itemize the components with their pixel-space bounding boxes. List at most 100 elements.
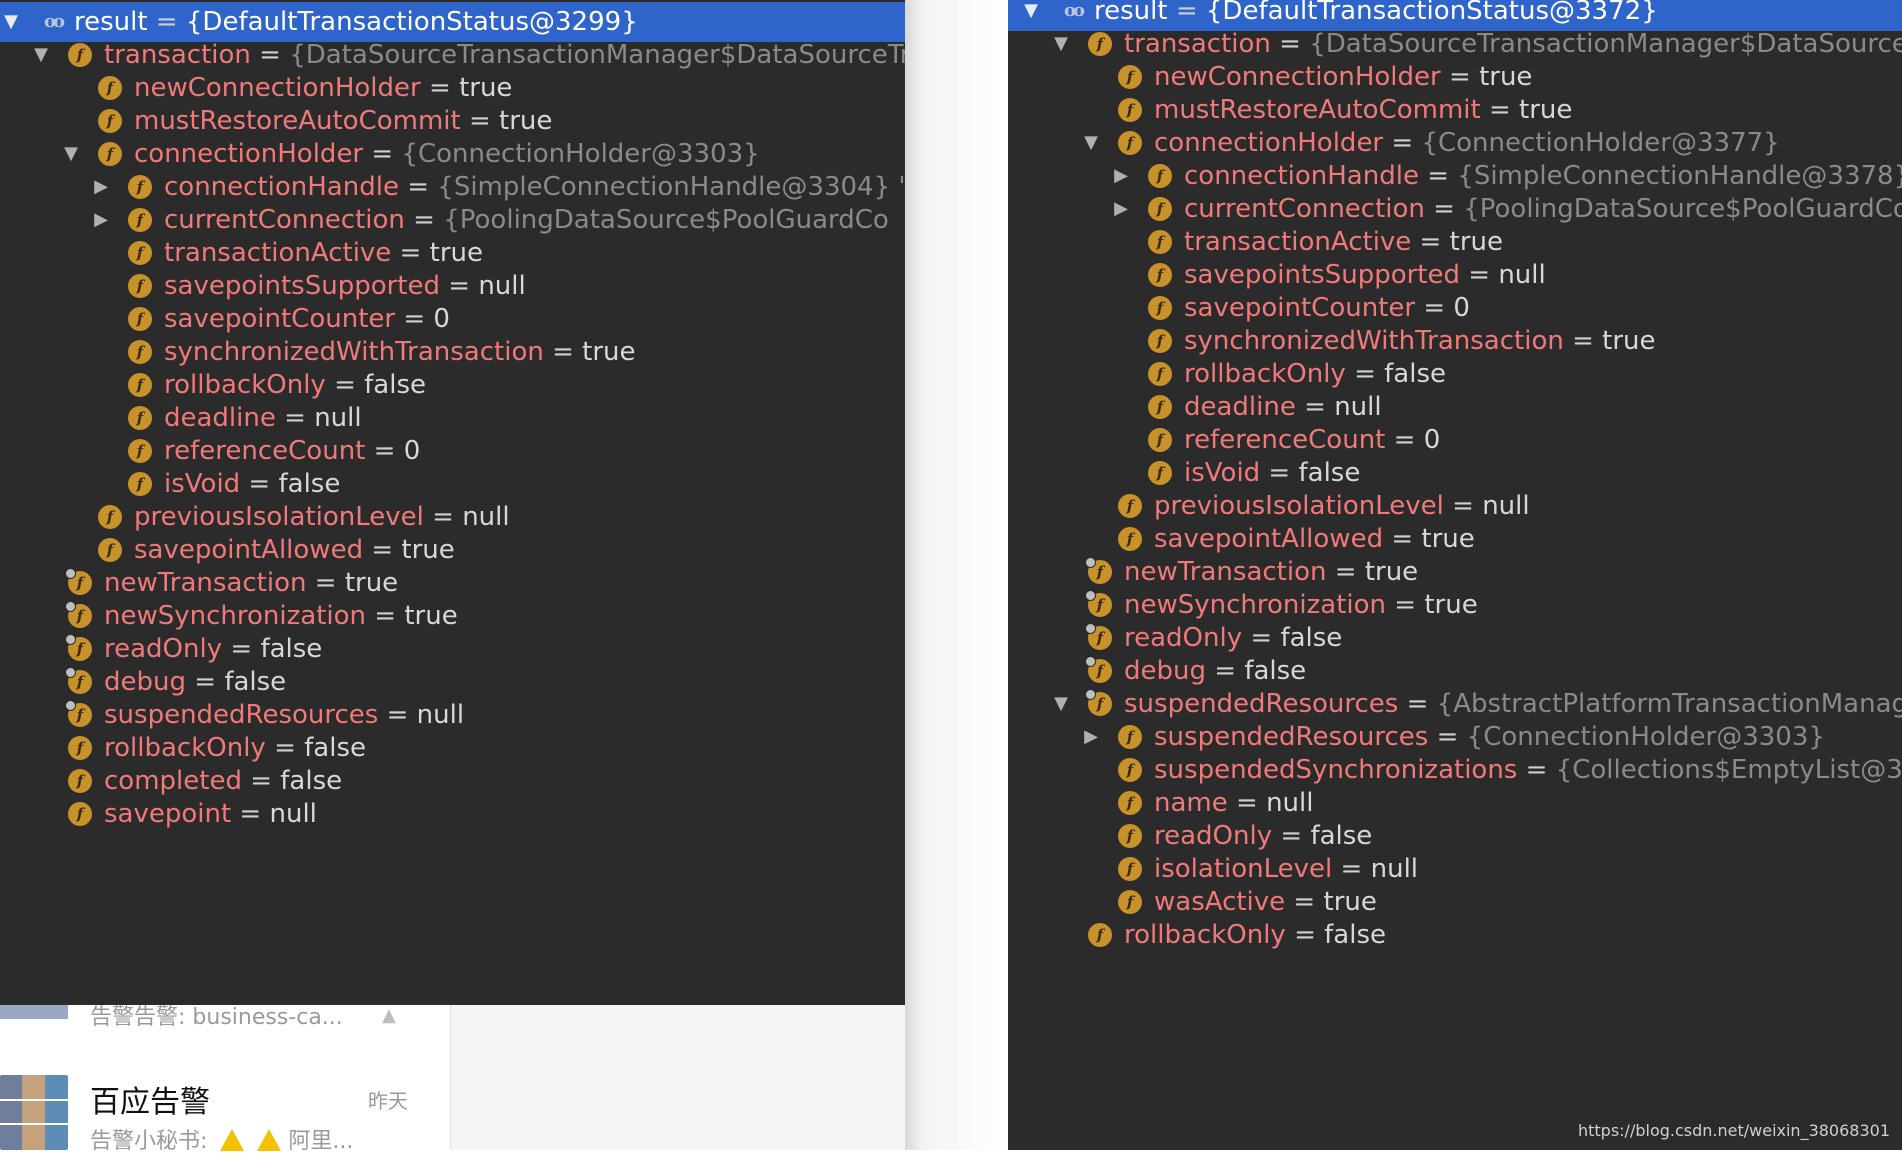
variable-value: false [364, 370, 427, 400]
field-icon: f [65, 667, 92, 694]
watch-icon: oo [1063, 0, 1085, 21]
variable-value: {SimpleConnectionHandle@3304} " [437, 172, 905, 202]
equals-sign: = [460, 106, 500, 136]
variable-value: false [278, 469, 341, 499]
field-icon: f [65, 601, 92, 628]
variable-value: false [1324, 920, 1387, 950]
warning-icon [220, 1129, 245, 1151]
variable-value: true [1602, 326, 1656, 356]
variable-name: result [1094, 0, 1168, 26]
variable-name: rollbackOnly [104, 733, 266, 763]
equals-sign: = [363, 139, 402, 169]
variable-name: savepointsSupported [164, 271, 440, 301]
variable-value: null [478, 271, 526, 301]
variable-name: mustRestoreAutoCommit [1154, 95, 1481, 125]
field-icon: f [65, 700, 92, 727]
variable-name: transaction [1124, 29, 1271, 59]
variable-value: null [462, 502, 510, 532]
field-icon: f [1088, 32, 1112, 56]
variable-value: null [314, 403, 362, 433]
variable-value: {ConnectionHolder@3377} [1421, 128, 1780, 158]
equals-sign: = [1295, 392, 1335, 422]
variable-value: false [1310, 821, 1373, 851]
variable-name: savepointAllowed [134, 535, 364, 565]
equals-sign: = [1260, 458, 1299, 488]
equals-sign: = [222, 634, 261, 664]
variable-name: savepoint [104, 799, 232, 829]
variable-name: connectionHandle [1184, 161, 1419, 191]
variable-value: true [1323, 887, 1377, 917]
variable-value: true [401, 535, 455, 565]
variable-name: name [1154, 788, 1228, 818]
variable-value: {DataSourceTransactionManager$DataSource… [1309, 29, 1902, 59]
equals-sign: = [265, 733, 305, 763]
variable-name: isVoid [164, 469, 241, 499]
variable-name: isVoid [1184, 458, 1261, 488]
field-icon: f [128, 307, 152, 331]
variable-name: synchronizedWithTransaction [164, 337, 544, 367]
field-icon: f [128, 406, 152, 430]
variable-name: deadline [1184, 392, 1296, 422]
field-icon: f [1148, 230, 1172, 254]
variable-name: previousIsolationLevel [134, 502, 424, 532]
variable-value: {ConnectionHolder@3303} [401, 139, 760, 169]
equals-sign: = [440, 271, 479, 301]
field-icon: f [98, 142, 122, 166]
field-icon: f [65, 568, 92, 595]
field-icon: f [1148, 395, 1172, 419]
variable-name: readOnly [1154, 821, 1273, 851]
variable-value: null [1370, 854, 1419, 884]
field-icon: f [1118, 824, 1142, 848]
variable-name: newConnectionHolder [1154, 62, 1441, 92]
variable-name: rollbackOnly [164, 370, 326, 400]
equals-sign: = [1517, 755, 1556, 785]
tree-row-text: savepoint = null [104, 794, 317, 834]
tree-row[interactable]: f rollbackOnly = false [1008, 915, 1902, 955]
field-icon: f [98, 538, 122, 562]
variable-value: true [459, 73, 513, 103]
field-icon: f [1148, 329, 1172, 353]
chat-list: 告警告警: business-ca... ▲ 百应告警 昨天 告警小秘书: 阿里… [0, 1005, 451, 1154]
field-icon: f [128, 208, 152, 232]
variable-value: 0 [1423, 425, 1441, 455]
variable-name: isolationLevel [1154, 854, 1333, 884]
chat-title[interactable]: 百应告警 [90, 1077, 210, 1121]
field-icon: f [65, 634, 92, 661]
variable-name: result [74, 7, 148, 37]
variable-name: completed [104, 766, 242, 796]
variable-value: true [344, 568, 399, 598]
equals-sign: = [241, 766, 281, 796]
debugger-variables-panel-right: ▼ oo result = {DefaultTransactionStatus@33… [1008, 0, 1902, 1150]
variable-name: suspendedResources [1124, 689, 1399, 719]
equals-sign: = [1285, 887, 1324, 917]
field-icon: f [1148, 164, 1172, 188]
variable-name: connectionHolder [1154, 128, 1384, 158]
mute-icon: ▲ [382, 1005, 396, 1026]
variable-value: {SimpleConnectionHandle@3378} [1457, 161, 1902, 191]
field-icon: f [1148, 428, 1172, 452]
chat-time: 昨天 [368, 1089, 408, 1113]
variable-name: wasActive [1154, 887, 1286, 917]
equals-sign: = [1480, 95, 1520, 125]
field-icon: f [1148, 263, 1172, 287]
variable-name: readOnly [1124, 623, 1243, 653]
equals-sign: = [420, 73, 460, 103]
variable-value: true [1479, 62, 1533, 92]
variable-name: deadline [164, 403, 276, 433]
equals-sign: = [1332, 854, 1371, 884]
group-avatar[interactable] [0, 1075, 68, 1150]
equals-sign: = [1386, 590, 1425, 620]
field-icon: f [68, 736, 92, 760]
variable-name: savepointAllowed [1154, 524, 1384, 554]
field-icon: f [98, 76, 122, 100]
tree-row[interactable]: f savepoint = null [0, 794, 905, 834]
variable-name: connectionHolder [134, 139, 364, 169]
watermark: https://blog.csdn.net/weixin_38068301 [1577, 1121, 1890, 1140]
equals-sign: = [186, 667, 225, 697]
field-icon: f [1085, 590, 1112, 617]
field-icon: f [1085, 689, 1112, 716]
variable-name: currentConnection [1184, 194, 1425, 224]
equals-sign: = [363, 535, 402, 565]
equals-sign: = [366, 601, 405, 631]
chat-preview-suffix: 阿里... [288, 1129, 354, 1154]
